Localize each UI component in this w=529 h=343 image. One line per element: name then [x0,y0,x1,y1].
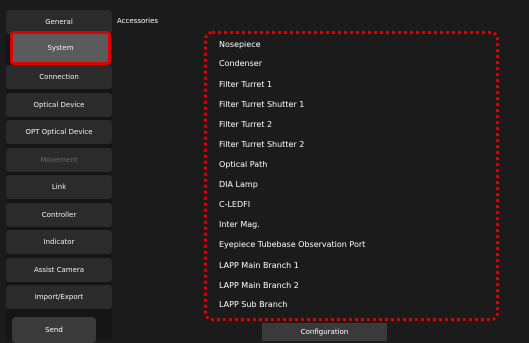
sidebar-item-import-export[interactable]: Import/Export [6,285,112,309]
sidebar-item-label: Controller [41,211,77,219]
sidebar-item-system[interactable]: System [10,31,111,65]
configuration-tab-label: Configuration [300,328,349,336]
sidebar-item-optical-device[interactable]: Optical Device [6,93,112,117]
sidebar-item-opt-optical-device[interactable]: OPT Optical Device [6,120,112,144]
list-item-inter-mag[interactable]: Inter Mag. [219,220,260,229]
list-item-condenser[interactable]: Condenser [219,59,262,68]
sidebar-item-label: Optical Device [33,101,85,109]
list-item-lapp-sub-branch[interactable]: LAPP Sub Branch [219,300,287,309]
sidebar-item-movement: Movement [6,148,112,172]
sidebar-item-label: Movement [40,156,78,164]
list-item-filter-turret-shutter-2[interactable]: Filter Turret Shutter 2 [219,140,304,149]
send-button-label: Send [45,326,63,334]
list-item-filter-turret-shutter-1[interactable]: Filter Turret Shutter 1 [219,100,304,109]
list-item-lapp-main-branch-2[interactable]: LAPP Main Branch 2 [219,281,299,290]
list-item-filter-turret-2[interactable]: Filter Turret 2 [219,120,272,129]
sidebar-item-controller[interactable]: Controller [6,203,112,227]
accessories-list-highlight [204,31,499,321]
list-item-optical-path[interactable]: Optical Path [219,160,267,169]
list-item-nosepiece[interactable]: Nosepiece [219,40,261,49]
sidebar-item-label: Indicator [43,238,75,246]
sidebar-item-link[interactable]: Link [6,175,112,199]
send-button[interactable]: Send [12,317,96,343]
section-title: Accessories [117,17,159,25]
list-item-filter-turret-1[interactable]: Filter Turret 1 [219,80,272,89]
sidebar-item-connection[interactable]: Connection [6,65,112,89]
list-item-eyepiece-tubebase-observation-port[interactable]: Eyepiece Tubebase Observation Port [219,240,365,249]
sidebar-item-label: Import/Export [34,293,84,301]
sidebar-item-label: Link [51,183,67,191]
sidebar-item-assist-camera[interactable]: Assist Camera [6,258,112,282]
list-item-dia-lamp[interactable]: DIA Lamp [219,180,258,189]
sidebar-item-label: System [47,44,74,52]
settings-window: General System Connection Optical Device… [0,0,529,343]
list-item-c-ledfi[interactable]: C-LEDFI [219,200,250,209]
sidebar-item-label: Connection [39,73,79,81]
sidebar-item-label: OPT Optical Device [25,128,93,136]
list-item-lapp-main-branch-1[interactable]: LAPP Main Branch 1 [219,261,299,270]
sidebar-item-label: Assist Camera [33,266,85,274]
configuration-tab[interactable]: Configuration [262,323,387,341]
sidebar-item-label: General [45,18,73,26]
sidebar-item-indicator[interactable]: Indicator [6,230,112,254]
